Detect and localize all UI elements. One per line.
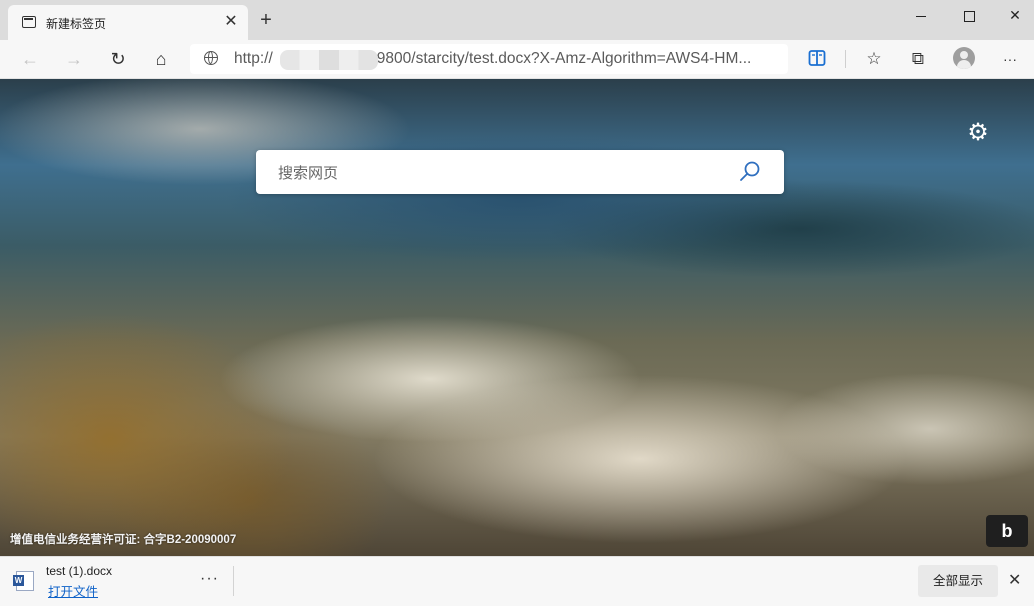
favorites-button[interactable]: ☆ (862, 48, 886, 70)
open-file-link[interactable]: 打开文件 (48, 581, 98, 600)
close-window-button[interactable]: ✕ (992, 0, 1034, 30)
search-input[interactable] (276, 162, 720, 184)
globe-icon (204, 51, 218, 65)
page-settings-gear-icon[interactable]: ⚙ (965, 120, 991, 146)
word-badge: W (13, 575, 24, 586)
tab-title: 新建标签页 (46, 17, 107, 31)
word-document-icon: W (13, 571, 34, 591)
new-tab-button[interactable]: + (256, 10, 276, 30)
maximize-button[interactable] (946, 0, 992, 30)
download-filename: test (1).docx (46, 564, 113, 578)
minimize-button[interactable] (898, 0, 944, 30)
new-tab-background: ⚙ 增值电信业务经营许可证: 合字B2-20090007 b (0, 79, 1034, 556)
home-button[interactable]: ⌂ (149, 48, 173, 70)
download-bar: W test (1).docx 打开文件 ··· 全部显示 ✕ (0, 556, 1034, 606)
show-all-downloads-button[interactable]: 全部显示 (918, 565, 998, 597)
url-prefix: http:// (234, 50, 273, 67)
back-button[interactable]: ← (18, 48, 42, 70)
tab-strip: 新建标签页 ✕ + ✕ (0, 0, 1034, 40)
close-download-bar-button[interactable]: ✕ (1008, 570, 1021, 590)
redacted-host (280, 50, 378, 70)
bing-logo-button[interactable]: b (986, 515, 1028, 547)
search-box[interactable] (256, 150, 784, 194)
forward-button[interactable]: → (62, 48, 86, 70)
search-icon[interactable] (738, 160, 762, 184)
minimize-icon (916, 15, 926, 17)
download-more-button[interactable]: ··· (200, 570, 219, 588)
collections-button[interactable]: ⧉ (906, 48, 930, 70)
browser-toolbar: ← → ↻ ⌂ http:// 9800/starcity/test.docx?X… (0, 40, 1034, 79)
address-bar[interactable]: http:// 9800/starcity/test.docx?X-Amz-Alg… (190, 44, 788, 74)
toolbar-divider (845, 50, 846, 68)
tab-close-button[interactable]: ✕ (222, 13, 240, 31)
refresh-button[interactable]: ↻ (106, 48, 130, 70)
maximize-icon (963, 10, 975, 22)
download-divider (233, 566, 234, 596)
settings-more-button[interactable]: ··· (998, 48, 1022, 70)
profile-avatar[interactable] (953, 47, 975, 69)
tab-new-tab[interactable]: 新建标签页 ✕ (8, 5, 248, 40)
immersive-reader-icon[interactable] (808, 49, 826, 67)
license-text: 增值电信业务经营许可证: 合字B2-20090007 (10, 534, 237, 546)
new-tab-page-icon (22, 16, 36, 28)
url-rest: 9800/starcity/test.docx?X-Amz-Algorithm=… (376, 50, 752, 67)
